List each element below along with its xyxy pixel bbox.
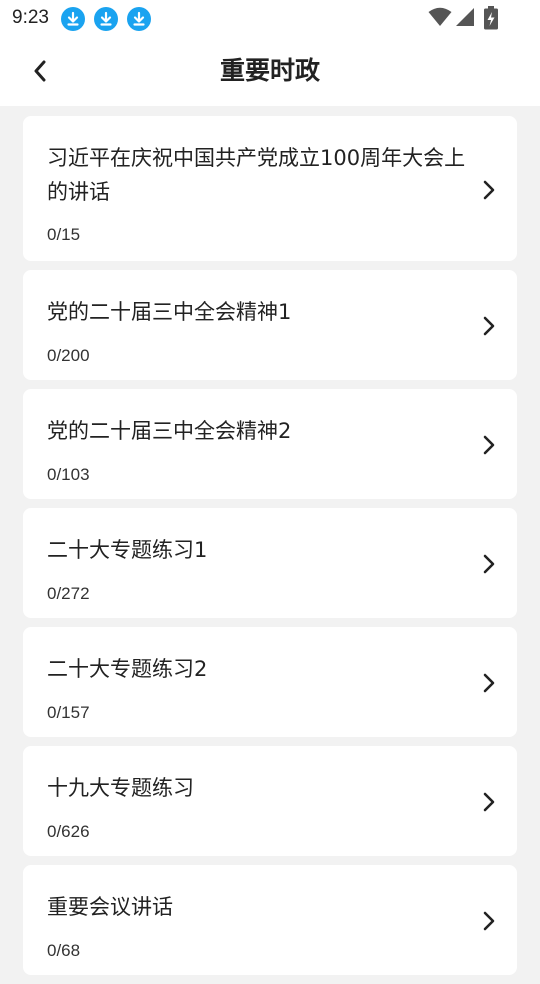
wifi-icon xyxy=(428,7,452,26)
list-item[interactable]: 重要会议讲话 0/68 xyxy=(23,865,517,975)
list-item-title: 习近平在庆祝中国共产党成立100周年大会上的讲话 xyxy=(47,146,466,204)
chevron-right-icon xyxy=(483,792,495,812)
list-item[interactable]: 党的二十届三中全会精神1 0/200 xyxy=(23,270,517,380)
status-time: 9:23 xyxy=(12,7,49,28)
list-item-title: 重要会议讲话 xyxy=(47,895,173,919)
list-item[interactable]: 二十大专题练习2 0/157 xyxy=(23,627,517,737)
list-item-progress: 0/200 xyxy=(47,346,90,365)
list-item-progress: 0/626 xyxy=(47,822,90,841)
status-bar: 9:23 xyxy=(0,0,540,36)
chevron-right-icon xyxy=(483,435,495,455)
list-item[interactable]: 党的二十届三中全会精神2 0/103 xyxy=(23,389,517,499)
list-item-title: 十九大专题练习 xyxy=(47,776,194,800)
download-icon xyxy=(127,7,151,31)
battery-charging-icon xyxy=(484,6,498,30)
list-item-progress: 0/157 xyxy=(47,703,90,722)
list-item-title: 二十大专题练习2 xyxy=(47,657,208,681)
chevron-right-icon xyxy=(483,911,495,931)
page-title: 重要时政 xyxy=(219,56,320,85)
list-item[interactable]: 二十大专题练习1 0/272 xyxy=(23,508,517,618)
list-item[interactable]: 习近平在庆祝中国共产党成立100周年大会上的讲话 0/15 xyxy=(23,116,517,261)
list-item[interactable]: 十九大专题练习 0/626 xyxy=(23,746,517,856)
chevron-right-icon xyxy=(483,673,495,693)
chevron-right-icon xyxy=(483,316,495,336)
signal-icon xyxy=(456,8,474,26)
download-icon xyxy=(94,7,118,31)
list-item-title: 党的二十届三中全会精神2 xyxy=(47,419,292,443)
list-item-progress: 0/272 xyxy=(47,584,90,603)
chevron-right-icon xyxy=(483,180,495,199)
list-item-progress: 0/103 xyxy=(47,465,90,484)
list-item-title: 党的二十届三中全会精神1 xyxy=(47,300,292,324)
list-item-progress: 0/15 xyxy=(47,225,81,244)
download-icon xyxy=(61,7,85,31)
list-item-title: 二十大专题练习1 xyxy=(47,538,208,562)
list-item-progress: 0/68 xyxy=(47,941,81,960)
app-bar: 重要时政 xyxy=(0,36,540,106)
topic-list: 习近平在庆祝中国共产党成立100周年大会上的讲话 0/15 党的二十届三中全会精… xyxy=(23,116,517,984)
chevron-right-icon xyxy=(483,554,495,574)
